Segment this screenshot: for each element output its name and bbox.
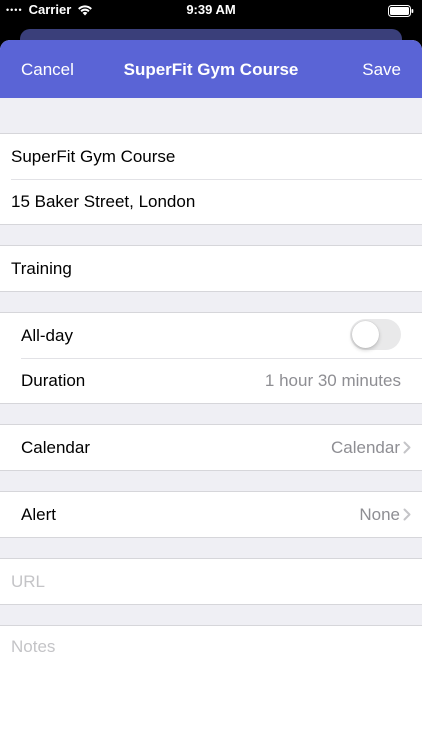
url-row — [0, 559, 422, 604]
all-day-toggle[interactable] — [350, 319, 401, 350]
calendar-label: Calendar — [21, 437, 90, 457]
new-event-sheet: Cancel SuperFit Gym Course Save All-day … — [0, 40, 422, 750]
cancel-button[interactable]: Cancel — [21, 60, 74, 80]
duration-label: Duration — [21, 370, 86, 390]
event-category-field[interactable] — [11, 258, 401, 279]
battery-full-icon — [388, 5, 414, 17]
event-title-field[interactable] — [11, 146, 401, 167]
location-row — [0, 179, 422, 224]
notes-field[interactable] — [11, 637, 411, 750]
chevron-right-icon — [403, 441, 411, 454]
title-location-group — [0, 133, 422, 225]
calendar-value: Calendar — [331, 437, 400, 457]
notes-area — [0, 625, 422, 750]
schedule-group: All-day Duration 1 hour 30 minutes — [0, 312, 422, 404]
url-field[interactable] — [11, 571, 401, 592]
alert-label: Alert — [21, 504, 56, 524]
duration-row[interactable]: Duration 1 hour 30 minutes — [0, 358, 422, 403]
calendar-row[interactable]: Calendar Calendar — [0, 425, 422, 470]
chevron-right-icon — [403, 508, 411, 521]
category-row — [0, 246, 422, 291]
toggle-knob — [352, 321, 379, 348]
all-day-row: All-day — [0, 313, 422, 358]
title-row — [0, 134, 422, 179]
alert-group: Alert None — [0, 491, 422, 538]
navigation-bar: Cancel SuperFit Gym Course Save — [0, 40, 422, 98]
alert-row[interactable]: Alert None — [0, 492, 422, 537]
duration-value: 1 hour 30 minutes — [264, 370, 401, 390]
url-group — [0, 558, 422, 605]
save-button[interactable]: Save — [362, 60, 401, 80]
event-location-field[interactable] — [11, 191, 401, 212]
status-time: 9:39 AM — [186, 2, 236, 17]
category-group — [0, 245, 422, 292]
alert-value: None — [359, 504, 400, 524]
status-bar: •••• Carrier 9:39 AM — [0, 0, 422, 22]
calendar-group: Calendar Calendar — [0, 424, 422, 471]
all-day-label: All-day — [21, 325, 73, 345]
